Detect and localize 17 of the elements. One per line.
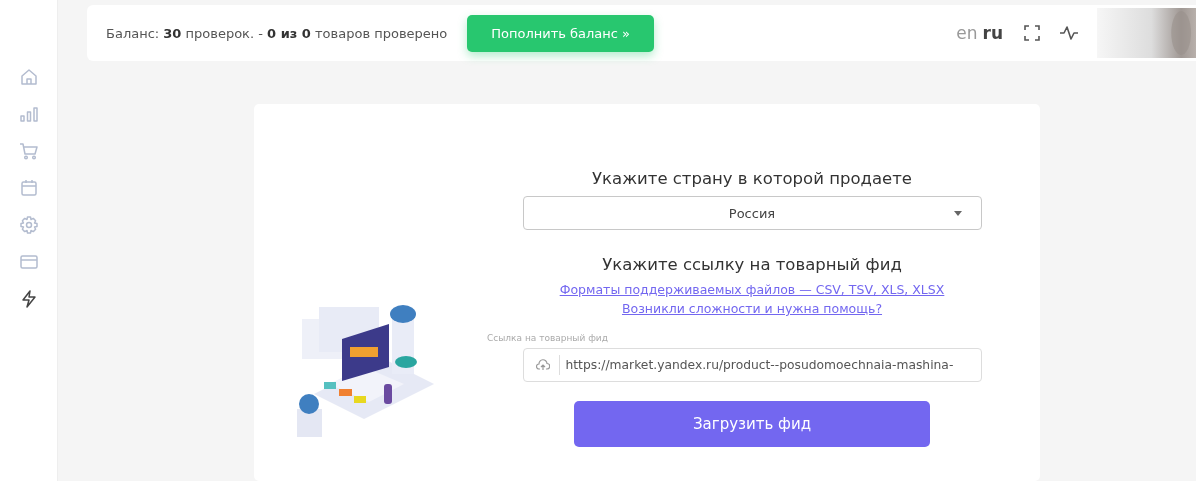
help-link[interactable]: Возникли сложности и нужна помощь? xyxy=(621,299,883,318)
help-link[interactable]: Форматы поддерживаемых файлов — CSV, TSV, XLS, XLSX xyxy=(559,280,945,299)
caret-icon xyxy=(953,211,962,216)
settings-button[interactable] xyxy=(17,214,40,235)
activity-icon[interactable] xyxy=(1059,24,1079,42)
cart-button[interactable] xyxy=(17,140,40,161)
upload-feed-button[interactable]: Загрузить фид xyxy=(574,401,930,447)
feed-url-field[interactable]: https://market.yandex.ru/product--posudomoechnaia-mashina- xyxy=(522,348,982,382)
balance-text: Баланс: 30 проверок. - 0 из 0 товаров проверено xyxy=(106,25,448,41)
upload-icon xyxy=(535,359,550,371)
field-label: Ссылка на товарный фид xyxy=(487,333,608,343)
feed-heading: Укажите ссылку на товарный фид xyxy=(602,255,902,274)
language-link[interactable]: ru xyxy=(982,23,1003,43)
language-link[interactable]: en xyxy=(956,23,978,43)
fullscreen-icon[interactable] xyxy=(1023,24,1041,42)
country-select[interactable]: Россия xyxy=(522,196,982,230)
country-heading: Укажите страну в которой продаете xyxy=(592,169,912,188)
